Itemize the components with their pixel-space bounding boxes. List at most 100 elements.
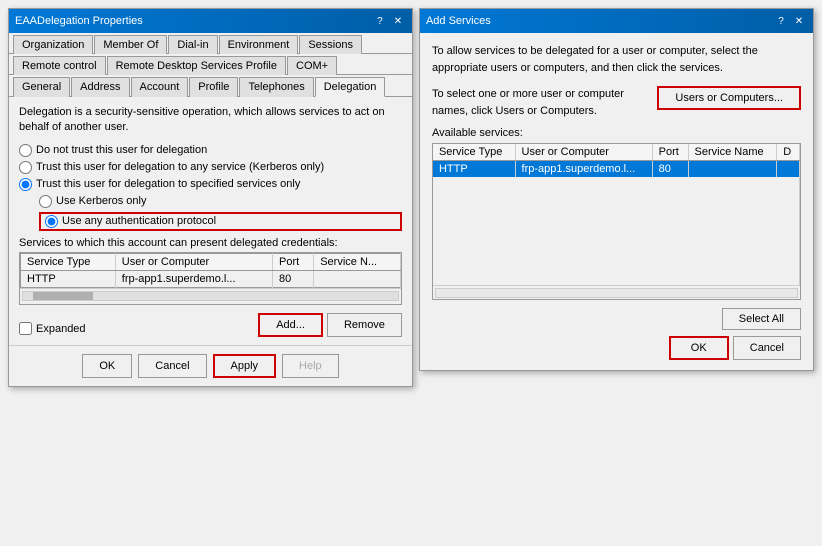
avail-empty-row — [433, 249, 800, 267]
avail-cell-d — [777, 161, 800, 178]
cell-user-computer: frp-app1.superdemo.l... — [115, 270, 272, 287]
cell-service-name — [314, 270, 401, 287]
tab-general[interactable]: General — [13, 77, 70, 97]
tab-member-of[interactable]: Member Of — [94, 35, 167, 54]
select-all-row: Select All — [432, 308, 801, 330]
title-bar-buttons: ? ✕ — [372, 13, 406, 29]
help-button[interactable]: Help — [282, 354, 339, 378]
delegation-description: Delegation is a security-sensitive opera… — [19, 105, 402, 136]
tab-delegation[interactable]: Delegation — [315, 77, 386, 97]
avail-col-user-computer: User or Computer — [515, 144, 652, 161]
radio-specified-services-input[interactable] — [19, 178, 32, 191]
table-row[interactable]: HTTP frp-app1.superdemo.l... 80 — [21, 270, 401, 287]
add-services-help-icon[interactable]: ? — [773, 13, 789, 29]
tab-environment[interactable]: Environment — [219, 35, 299, 54]
avail-empty-row — [433, 177, 800, 195]
tab-account[interactable]: Account — [131, 77, 189, 97]
users-computers-button[interactable]: Users or Computers... — [657, 86, 801, 110]
tabs-row-1: Organization Member Of Dial-in Environme… — [9, 33, 412, 54]
avail-cell-service-name — [688, 161, 777, 178]
tab-address[interactable]: Address — [71, 77, 129, 97]
tab-telephones[interactable]: Telephones — [239, 77, 313, 97]
services-table-wrapper[interactable]: Service Type User or Computer Port Servi… — [20, 253, 401, 288]
radio-kerberos-only[interactable]: Use Kerberos only — [39, 195, 402, 208]
add-remove-buttons: Add... Remove — [258, 313, 402, 337]
main-title-bar: EAADelegation Properties ? ✕ — [9, 9, 412, 33]
avail-scrollbar[interactable] — [433, 285, 800, 299]
radio-specified-services-label: Trust this user for delegation to specif… — [36, 178, 300, 190]
scrollbar-track[interactable] — [22, 291, 399, 301]
radio-any-service[interactable]: Trust this user for delegation to any se… — [19, 161, 402, 174]
apply-button[interactable]: Apply — [213, 354, 277, 378]
radio-no-trust-label: Do not trust this user for delegation — [36, 144, 207, 156]
add-services-title-buttons: ? ✕ — [773, 13, 807, 29]
select-all-button[interactable]: Select All — [722, 308, 801, 330]
tabs-row-2: Remote control Remote Desktop Services P… — [9, 54, 412, 75]
tab-remote-control[interactable]: Remote control — [13, 56, 106, 75]
avail-col-service-type: Service Type — [433, 144, 515, 161]
col-user-computer: User or Computer — [115, 253, 272, 270]
add-services-cancel-button[interactable]: Cancel — [733, 336, 801, 360]
avail-table-row[interactable]: HTTP frp-app1.superdemo.l... 80 — [433, 161, 800, 178]
avail-empty-row — [433, 195, 800, 213]
available-table: Service Type User or Computer Port Servi… — [433, 144, 800, 285]
services-table: Service Type User or Computer Port Servi… — [20, 253, 401, 288]
radio-kerberos-only-input[interactable] — [39, 195, 52, 208]
radio-any-auth-input[interactable] — [45, 215, 58, 228]
tab-organization[interactable]: Organization — [13, 35, 93, 54]
radio-any-auth[interactable]: Use any authentication protocol — [39, 212, 402, 231]
avail-col-port: Port — [652, 144, 688, 161]
expanded-checkbox-row: Expanded — [19, 322, 86, 335]
add-services-dialog: Add Services ? ✕ To allow services to be… — [419, 8, 814, 371]
tab-profile[interactable]: Profile — [189, 77, 238, 97]
add-services-desc1: To allow services to be delegated for a … — [432, 43, 801, 76]
ok-button[interactable]: OK — [82, 354, 132, 378]
tab-sessions[interactable]: Sessions — [299, 35, 362, 54]
main-title: EAADelegation Properties — [15, 15, 143, 27]
add-button[interactable]: Add... — [258, 313, 323, 337]
tab-rdsp[interactable]: Remote Desktop Services Profile — [107, 56, 286, 75]
tabs-row-3: General Address Account Profile Telephon… — [9, 75, 412, 97]
available-table-container: Service Type User or Computer Port Servi… — [432, 143, 801, 300]
radio-any-auth-label: Use any authentication protocol — [62, 215, 216, 227]
col-service-name: Service N... — [314, 253, 401, 270]
horizontal-scrollbar[interactable] — [20, 288, 401, 304]
avail-col-service-name: Service Name — [688, 144, 777, 161]
close-icon[interactable]: ✕ — [390, 13, 406, 29]
radio-specified-services[interactable]: Trust this user for delegation to specif… — [19, 178, 402, 191]
expanded-checkbox[interactable] — [19, 322, 32, 335]
avail-scrollbar-track[interactable] — [435, 288, 798, 298]
col-port: Port — [273, 253, 314, 270]
avail-cell-service-type: HTTP — [433, 161, 515, 178]
col-service-type: Service Type — [21, 253, 116, 270]
add-services-title: Add Services — [426, 15, 491, 27]
radio-any-service-label: Trust this user for delegation to any se… — [36, 161, 324, 173]
add-services-content: To allow services to be delegated for a … — [420, 33, 813, 370]
dialog-footer: OK Cancel Apply Help — [9, 345, 412, 386]
avail-empty-row — [433, 231, 800, 249]
tab-com-plus[interactable]: COM+ — [287, 56, 337, 75]
add-services-ok-button[interactable]: OK — [669, 336, 729, 360]
add-services-title-bar: Add Services ? ✕ — [420, 9, 813, 33]
add-services-close-icon[interactable]: ✕ — [791, 13, 807, 29]
remove-button[interactable]: Remove — [327, 313, 402, 337]
radio-no-trust-input[interactable] — [19, 144, 32, 157]
radio-no-trust[interactable]: Do not trust this user for delegation — [19, 144, 402, 157]
cell-service-type: HTTP — [21, 270, 116, 287]
avail-col-d: D — [777, 144, 800, 161]
tab-dial-in[interactable]: Dial-in — [168, 35, 217, 54]
delegation-content: Delegation is a security-sensitive opera… — [9, 97, 412, 345]
avail-cell-port: 80 — [652, 161, 688, 178]
radio-kerberos-only-label: Use Kerberos only — [56, 195, 147, 207]
scrollbar-thumb[interactable] — [33, 292, 93, 300]
main-dialog: EAADelegation Properties ? ✕ Organizatio… — [8, 8, 413, 387]
add-services-footer: OK Cancel — [432, 336, 801, 360]
services-table-container: Service Type User or Computer Port Servi… — [19, 252, 402, 305]
radio-any-service-input[interactable] — [19, 161, 32, 174]
help-icon[interactable]: ? — [372, 13, 388, 29]
avail-cell-user-computer: frp-app1.superdemo.l... — [515, 161, 652, 178]
cancel-button[interactable]: Cancel — [138, 354, 206, 378]
users-computers-section: To select one or more user or computer n… — [432, 86, 801, 119]
cell-port: 80 — [273, 270, 314, 287]
available-label: Available services: — [432, 127, 801, 139]
